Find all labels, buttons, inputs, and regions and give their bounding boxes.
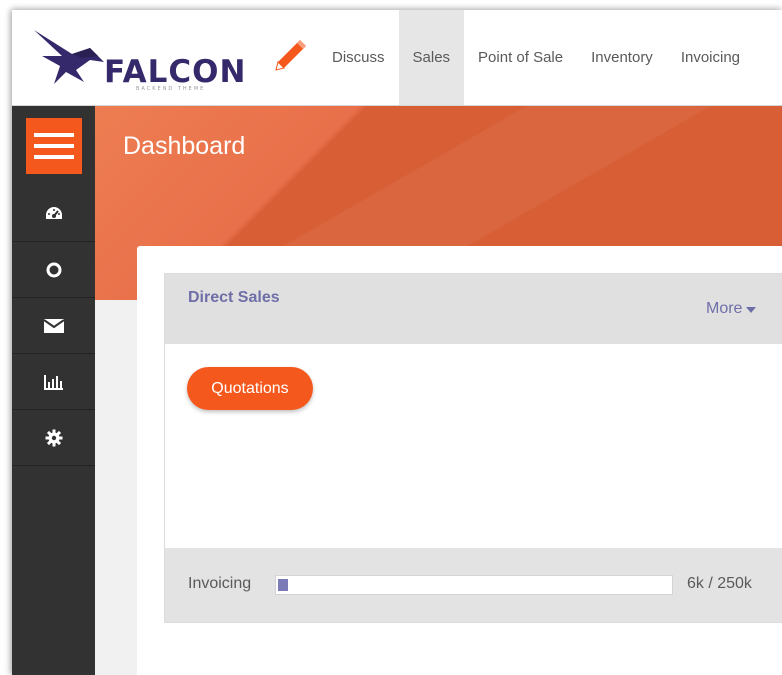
circle-icon xyxy=(46,262,61,277)
more-label: More xyxy=(706,300,743,317)
menu-icon xyxy=(34,133,74,137)
more-dropdown[interactable]: More xyxy=(706,300,757,318)
progress-fill xyxy=(278,579,288,591)
top-navbar: FALCON BACKEND THEME Discuss Sales Point… xyxy=(12,10,782,106)
progress-value: 6k / 250k xyxy=(687,575,752,592)
brand-name: FALCON xyxy=(104,54,247,90)
envelope-icon xyxy=(42,318,65,333)
sidebar-item-circle[interactable] xyxy=(12,242,95,298)
brand-logo[interactable]: FALCON BACKEND THEME xyxy=(32,26,322,92)
card-footer: Invoicing 6k / 250k xyxy=(165,548,782,622)
gear-icon xyxy=(45,429,62,446)
sidebar-item-dashboard[interactable] xyxy=(12,186,95,242)
sidebar xyxy=(12,106,95,675)
caret-down-icon xyxy=(746,307,757,313)
dashboard-icon xyxy=(45,206,62,219)
invoicing-progress-bar xyxy=(275,575,673,595)
card-header: Direct Sales More xyxy=(165,274,782,344)
falcon-bird-icon xyxy=(34,30,104,84)
card-title[interactable]: Direct Sales xyxy=(188,289,280,307)
quotations-button[interactable]: Quotations xyxy=(187,367,313,410)
app-window: FALCON BACKEND THEME Discuss Sales Point… xyxy=(12,10,782,675)
sidebar-item-reports[interactable] xyxy=(12,354,95,410)
sales-team-card: Direct Sales More Quotations Invoicing 6… xyxy=(164,273,782,623)
menu-toggle-button[interactable] xyxy=(26,118,82,174)
nav-item-discuss[interactable]: Discuss xyxy=(318,10,399,105)
sidebar-item-messages[interactable] xyxy=(12,298,95,354)
pencil-icon xyxy=(275,40,306,71)
page-title: Dashboard xyxy=(123,132,246,160)
invoicing-label: Invoicing xyxy=(188,575,252,592)
bar-chart-icon xyxy=(43,374,63,390)
main-menu: Discuss Sales Point of Sale Inventory In… xyxy=(318,10,754,105)
nav-item-point-of-sale[interactable]: Point of Sale xyxy=(464,10,577,105)
nav-item-sales[interactable]: Sales xyxy=(398,10,465,105)
nav-item-inventory[interactable]: Inventory xyxy=(577,10,667,105)
brand-tagline: BACKEND THEME xyxy=(136,86,206,92)
dashboard-sheet: Direct Sales More Quotations Invoicing 6… xyxy=(137,246,782,675)
sidebar-item-settings[interactable] xyxy=(12,410,95,466)
main-content: Dashboard Direct Sales More Quotations I… xyxy=(95,106,782,675)
nav-item-invoicing[interactable]: Invoicing xyxy=(667,10,754,105)
